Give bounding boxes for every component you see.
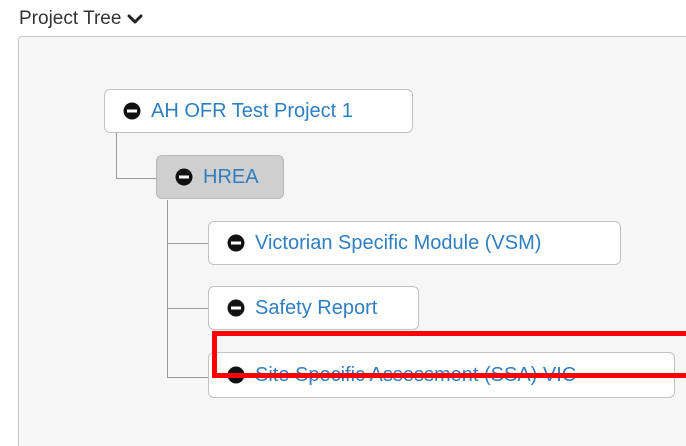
tree-connector (167, 243, 208, 244)
tree-connector (167, 377, 208, 378)
tree-node-label[interactable]: Safety Report (255, 297, 377, 320)
minus-circle-icon[interactable] (227, 299, 245, 317)
tree-node-safety-report[interactable]: Safety Report (208, 286, 419, 330)
tree-node-hrea[interactable]: HREA (156, 155, 284, 199)
tree-node-label[interactable]: Victorian Specific Module (VSM) (255, 232, 541, 255)
tree-connector (167, 200, 168, 378)
tree-node-label[interactable]: AH OFR Test Project 1 (151, 100, 353, 123)
tree-node-label[interactable]: HREA (203, 166, 259, 189)
tree-node-root[interactable]: AH OFR Test Project 1 (104, 89, 413, 133)
chevron-down-icon (127, 11, 143, 27)
minus-circle-icon[interactable] (123, 102, 141, 120)
project-tree-title: Project Tree (19, 8, 122, 29)
tree-node-ssa[interactable]: Site Specific Assessment (SSA) VIC - (208, 352, 675, 398)
minus-circle-icon[interactable] (227, 234, 245, 252)
tree-connector (116, 178, 156, 179)
tree-connector (167, 308, 208, 309)
tree-node-vsm[interactable]: Victorian Specific Module (VSM) (208, 221, 621, 265)
tree-node-label[interactable]: Site Specific Assessment (SSA) VIC - (255, 364, 588, 387)
minus-circle-icon[interactable] (227, 366, 245, 384)
tree-connector (116, 133, 117, 178)
project-tree-page: Project Tree AH OFR Test Project 1 HREA … (0, 0, 686, 446)
minus-circle-icon[interactable] (175, 168, 193, 186)
project-tree-toggle[interactable]: Project Tree (19, 6, 143, 32)
